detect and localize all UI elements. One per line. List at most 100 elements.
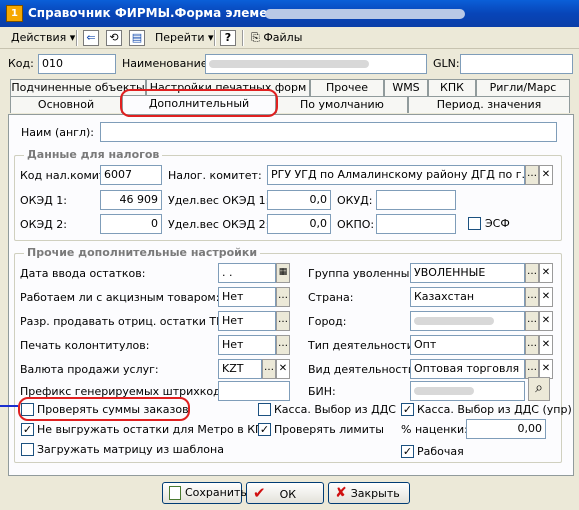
- activity-type-select-button[interactable]: …: [525, 335, 539, 355]
- name-field[interactable]: [205, 54, 427, 74]
- ok-button[interactable]: ✔ ОК: [246, 482, 324, 504]
- toolbar-separator: [214, 30, 216, 46]
- tax-committee-label: Налог. комитет:: [168, 169, 262, 182]
- tab-wms[interactable]: WMS: [384, 79, 428, 96]
- activity-kind-field[interactable]: Оптовая торговля: [410, 359, 525, 379]
- load-matrix-checkbox[interactable]: [21, 443, 34, 456]
- oked1-weight-field[interactable]: 0,0: [267, 190, 331, 210]
- print-footer-label: Печать колонтитулов:: [20, 339, 150, 352]
- save-button[interactable]: Сохранить: [162, 482, 247, 504]
- highlight-check-orders: [18, 397, 190, 421]
- bin-field[interactable]: [410, 381, 525, 401]
- excise-select-button[interactable]: …: [276, 287, 290, 307]
- city-label: Город:: [308, 315, 347, 328]
- city-redacted: [414, 317, 494, 325]
- name-en-field[interactable]: [100, 122, 557, 142]
- check-limits-checkbox[interactable]: ✓: [258, 423, 271, 436]
- tax-code-label: Код нал.комит:: [20, 169, 110, 182]
- help-button[interactable]: ?: [220, 30, 236, 46]
- working-label: Рабочая: [417, 445, 464, 458]
- close-button[interactable]: ✘ Закрыть: [328, 482, 410, 504]
- oked2-label: ОКЭД 2:: [20, 218, 67, 231]
- tab-main[interactable]: Основной: [10, 96, 122, 113]
- okud-field[interactable]: [376, 190, 456, 210]
- other-settings-title: Прочие дополнительные настройки: [24, 246, 261, 260]
- tax-committee-select-button[interactable]: …: [525, 165, 539, 185]
- tab-periodic-values[interactable]: Период. значения: [408, 96, 570, 113]
- excise-label: Работаем ли с акцизным товаром:: [20, 291, 220, 304]
- activity-kind-label: Вид деятельности:: [308, 363, 419, 376]
- city-clear-button[interactable]: ✕: [539, 311, 553, 331]
- okpo-label: ОКПО:: [337, 218, 375, 231]
- neg-stock-field[interactable]: Нет: [218, 311, 276, 331]
- barcode-prefix-field[interactable]: [218, 381, 290, 401]
- refresh-icon[interactable]: ⟲: [106, 30, 122, 46]
- no-metro-label: Не выгружать остатки для Метро в КПК: [37, 423, 272, 436]
- checkmark-icon: ✔: [253, 484, 266, 502]
- balance-date-field[interactable]: . .: [218, 263, 276, 283]
- save-icon: [169, 486, 181, 500]
- cash-dds-checkbox[interactable]: [258, 403, 271, 416]
- dismissed-group-select-button[interactable]: …: [525, 263, 539, 283]
- highlight-tab-additional: [120, 89, 278, 117]
- esf-checkbox[interactable]: [468, 217, 481, 230]
- dismissed-group-field[interactable]: УВОЛЕННЫЕ: [410, 263, 525, 283]
- oked1-field[interactable]: 46 909: [100, 190, 162, 210]
- print-footer-select-button[interactable]: …: [276, 335, 290, 355]
- country-select-button[interactable]: …: [525, 287, 539, 307]
- activity-type-field[interactable]: Опт: [410, 335, 525, 355]
- country-label: Страна:: [308, 291, 354, 304]
- country-field[interactable]: Казахстан: [410, 287, 525, 307]
- tab-kpk[interactable]: КПК: [428, 79, 476, 96]
- gln-field[interactable]: [460, 54, 573, 74]
- neg-stock-select-button[interactable]: …: [276, 311, 290, 331]
- toolbar-separator: [76, 30, 78, 46]
- title-bar: 1 Справочник ФИРМЫ.Форма элемента:: [0, 0, 579, 27]
- cash-dds-label: Касса. Выбор из ДДС: [274, 403, 396, 416]
- activity-type-clear-button[interactable]: ✕: [539, 335, 553, 355]
- city-select-button[interactable]: …: [525, 311, 539, 331]
- calendar-icon[interactable]: ▦: [276, 263, 290, 283]
- bin-label: БИН:: [308, 385, 336, 398]
- load-matrix-label: Загружать матрицу из шаблона: [37, 443, 224, 456]
- oked2-field[interactable]: 0: [100, 214, 162, 234]
- okpo-field[interactable]: [376, 214, 456, 234]
- tab-defaults[interactable]: По умолчанию: [276, 96, 408, 113]
- city-field[interactable]: [410, 311, 525, 331]
- actions-menu[interactable]: Действия ▾: [8, 29, 78, 47]
- markup-field[interactable]: 0,00: [466, 419, 546, 439]
- tax-committee-field[interactable]: РГУ УГД по Алмалинскому району ДГД по г.…: [267, 165, 525, 185]
- goto-menu[interactable]: Перейти ▾: [152, 29, 217, 47]
- oked2-weight-field[interactable]: 0,0: [267, 214, 331, 234]
- app-icon: 1: [6, 5, 23, 22]
- close-icon: ✘: [335, 485, 347, 501]
- activity-kind-select-button[interactable]: …: [525, 359, 539, 379]
- activity-kind-clear-button[interactable]: ✕: [539, 359, 553, 379]
- files-button[interactable]: ⎘ Файлы: [248, 29, 305, 47]
- back-arrow-icon[interactable]: ⇐: [83, 30, 99, 46]
- oked1-weight-label: Удел.вес ОКЭД 1:: [168, 194, 270, 207]
- no-metro-checkbox[interactable]: ✓: [21, 423, 34, 436]
- country-clear-button[interactable]: ✕: [539, 287, 553, 307]
- window-title: Справочник ФИРМЫ.Форма элемента:: [28, 6, 296, 20]
- cash-dds-upr-checkbox[interactable]: ✓: [401, 403, 414, 416]
- tab-rigley-mars[interactable]: Ригли/Марс: [476, 79, 570, 96]
- balance-date-label: Дата ввода остатков:: [20, 267, 146, 280]
- check-limits-label: Проверять лимиты: [274, 423, 384, 436]
- tax-code-field[interactable]: 6007: [100, 165, 162, 185]
- working-checkbox[interactable]: ✓: [401, 445, 414, 458]
- tab-other[interactable]: Прочее: [310, 79, 384, 96]
- print-footer-field[interactable]: Нет: [218, 335, 276, 355]
- title-redacted: [265, 9, 465, 19]
- list-icon[interactable]: ▤: [129, 30, 145, 46]
- bin-redacted: [414, 387, 474, 395]
- currency-select-button[interactable]: …: [262, 359, 276, 379]
- currency-clear-button[interactable]: ✕: [276, 359, 290, 379]
- dismissed-group-clear-button[interactable]: ✕: [539, 263, 553, 283]
- code-field[interactable]: 010: [38, 54, 116, 74]
- toolbar-separator: [242, 30, 244, 46]
- bin-search-icon[interactable]: ⌕: [528, 377, 550, 401]
- excise-field[interactable]: Нет: [218, 287, 276, 307]
- currency-field[interactable]: KZT: [218, 359, 262, 379]
- tax-committee-clear-button[interactable]: ✕: [539, 165, 553, 185]
